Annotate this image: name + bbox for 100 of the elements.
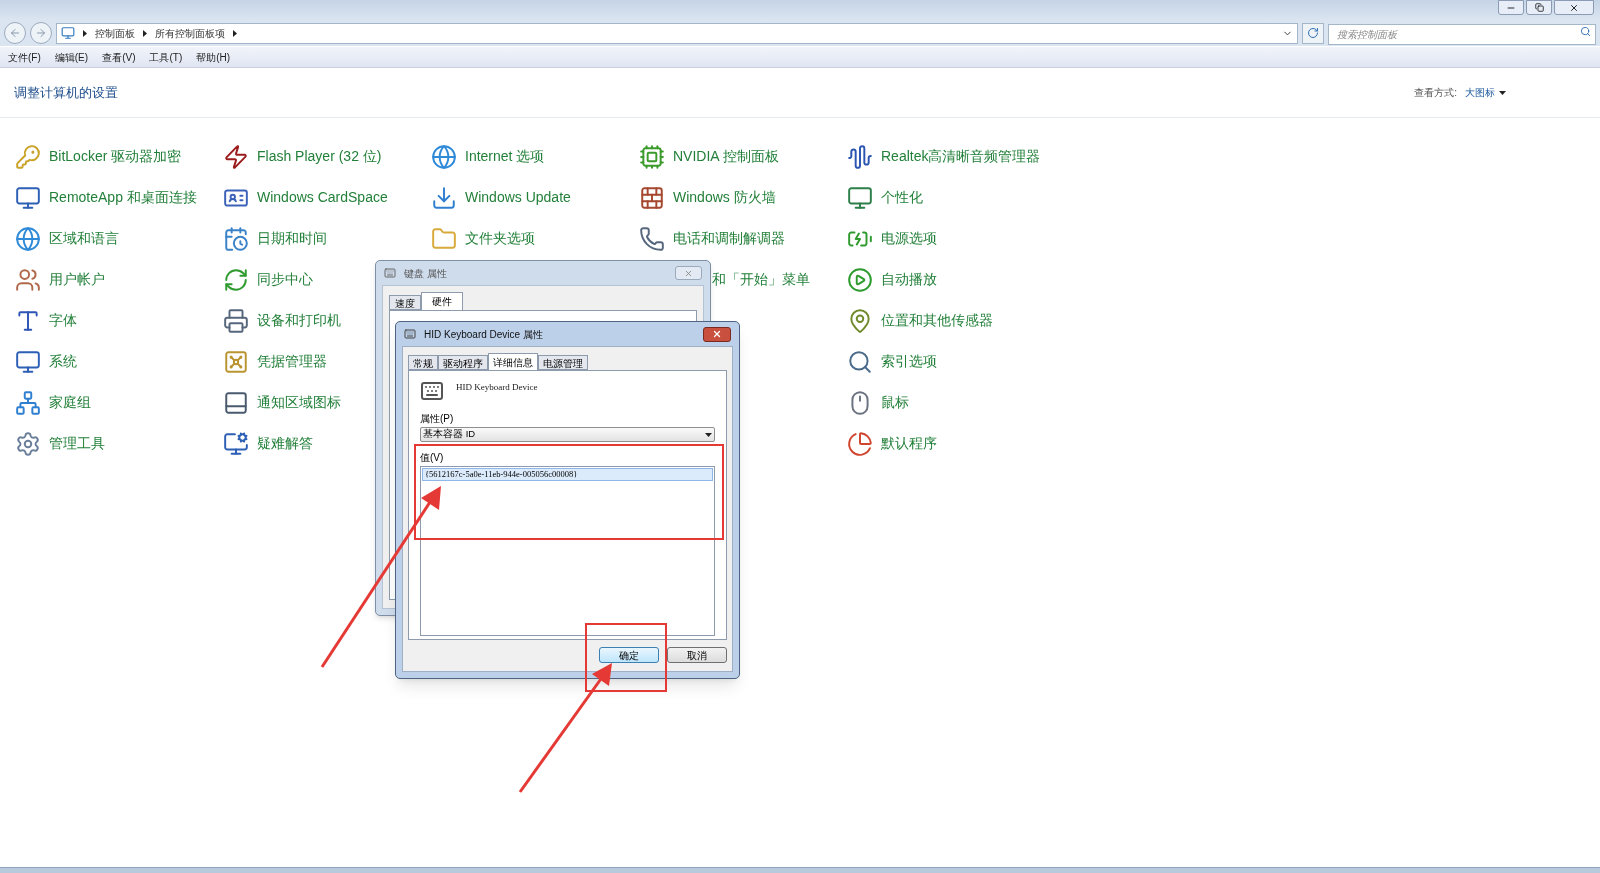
control-panel-link[interactable]: BitLocker 驱动器加密 [49, 146, 182, 167]
control-panel-link[interactable]: 用户帐户 [49, 269, 105, 290]
restore-button[interactable] [1526, 0, 1552, 15]
menu-item[interactable]: 工具(T) [149, 49, 183, 65]
refresh-button[interactable] [1302, 22, 1324, 44]
printer-icon [223, 307, 249, 334]
value-row[interactable]: {5612167c-5a0e-11eb-944e-005056c00008} [422, 468, 713, 481]
control-panel-link[interactable]: 设备和打印机 [257, 310, 341, 331]
control-panel-link[interactable]: Windows CardSpace [257, 187, 388, 208]
control-panel-link[interactable]: 管理工具 [49, 433, 105, 454]
control-panel-link[interactable]: NVIDIA 控制面板 [673, 146, 779, 167]
control-panel-link[interactable]: 索引选项 [881, 351, 937, 372]
caret-icon [1499, 90, 1506, 95]
ok-button[interactable]: 确定 [599, 647, 659, 663]
value-label: 值(V) [420, 451, 445, 465]
view-label: 查看方式: [1414, 86, 1457, 100]
control-panel-link[interactable]: 个性化 [881, 187, 923, 208]
phone-icon [639, 225, 665, 252]
control-panel-link[interactable]: Windows 防火墙 [673, 187, 776, 208]
device-name: HID Keyboard Device [456, 381, 538, 394]
control-panel-link[interactable]: Internet 选项 [465, 146, 545, 167]
control-panel-link[interactable]: RemoteApp 和桌面连接 [49, 187, 197, 208]
menu-item[interactable]: 文件(F) [8, 49, 41, 65]
calendar-icon [223, 225, 249, 252]
key-icon [15, 143, 41, 170]
control-panel-link[interactable]: 同步中心 [257, 269, 313, 290]
menu-item[interactable]: 查看(V) [102, 49, 136, 65]
close-icon [684, 268, 693, 278]
breadcrumb[interactable]: 控制面板 [95, 25, 135, 41]
control-panel-link[interactable]: 和「开始」菜单 [712, 269, 810, 290]
monitor-icon [61, 26, 75, 40]
property-dropdown[interactable]: 基本容器 ID [420, 427, 715, 442]
monitor-icon [847, 184, 873, 211]
breadcrumb-arrow-icon [233, 29, 237, 37]
control-panel-link[interactable]: 鼠标 [881, 392, 909, 413]
control-panel-link[interactable]: 家庭组 [49, 392, 91, 413]
control-panel-link[interactable]: 通知区域图标 [257, 392, 341, 413]
tab[interactable]: 常规 [408, 355, 438, 370]
globe-icon [15, 225, 41, 252]
menu-item[interactable]: 编辑(E) [54, 49, 89, 65]
control-panel-link[interactable]: 字体 [49, 310, 77, 331]
control-panel-link[interactable]: 凭据管理器 [257, 351, 327, 372]
gear-icon [15, 430, 41, 457]
tab[interactable]: 驱动程序 [438, 355, 488, 370]
caret-icon [705, 432, 712, 437]
control-panel-link[interactable]: 电话和调制解调器 [673, 228, 785, 249]
folder-icon [431, 225, 457, 252]
minimize-button[interactable] [1498, 0, 1524, 15]
monitor-icon [223, 430, 249, 457]
download-icon [431, 184, 457, 211]
close-icon [712, 329, 722, 339]
network-icon [15, 389, 41, 416]
refresh-icon [1307, 27, 1319, 39]
chip-icon [639, 143, 665, 170]
forward-button[interactable] [30, 22, 52, 44]
page-title: 调整计算机的设置 [14, 83, 118, 102]
breadcrumb-arrow-icon [143, 29, 147, 37]
control-panel-link[interactable]: 位置和其他传感器 [881, 310, 993, 331]
play-icon [847, 266, 873, 293]
globe-icon [431, 143, 457, 170]
control-panel-link[interactable]: 系统 [49, 351, 77, 372]
lightning-icon [223, 143, 249, 170]
safe-icon [223, 348, 249, 375]
breadcrumb[interactable]: 所有控制面板项 [155, 25, 225, 41]
control-panel-link[interactable]: Windows Update [465, 187, 571, 208]
control-panel-link[interactable]: 电源选项 [881, 228, 937, 249]
breadcrumb-arrow-icon [83, 29, 87, 37]
close-icon [1569, 2, 1579, 13]
users-icon [15, 266, 41, 293]
location-icon [847, 307, 873, 334]
control-panel-link[interactable]: 默认程序 [881, 433, 937, 454]
control-panel-link[interactable]: Realtek高清晰音频管理器 [881, 146, 1041, 167]
tab[interactable]: 速度 [389, 295, 421, 310]
search-icon[interactable] [1580, 26, 1591, 37]
address-bar[interactable]: 控制面板 所有控制面板项 [56, 22, 1298, 44]
monitor-icon [15, 184, 41, 211]
control-panel-link[interactable]: 区域和语言 [49, 228, 119, 249]
control-panel-link[interactable]: 自动播放 [881, 269, 937, 290]
close-button[interactable] [703, 326, 731, 342]
cancel-button[interactable]: 取消 [667, 647, 727, 663]
sync-icon [223, 266, 249, 293]
tab[interactable]: 硬件 [421, 292, 463, 310]
tab[interactable]: 详细信息 [488, 353, 538, 370]
back-icon [9, 27, 21, 39]
brick-wall-icon [639, 184, 665, 211]
dialog-title: 键盘 属性 [404, 266, 447, 281]
view-dropdown[interactable]: 大图标 [1465, 85, 1506, 100]
monitor-icon [15, 348, 41, 375]
menu-item[interactable]: 帮助(H) [196, 49, 231, 65]
control-panel-link[interactable]: 疑难解答 [257, 433, 313, 454]
waveform-icon [847, 143, 873, 170]
control-panel-link[interactable]: 文件夹选项 [465, 228, 535, 249]
control-panel-link[interactable]: Flash Player (32 位) [257, 146, 382, 167]
back-button[interactable] [4, 22, 26, 44]
tab[interactable]: 电源管理 [538, 355, 588, 370]
restore-icon [1534, 3, 1544, 12]
search-field[interactable]: 搜索控制面板 [1328, 24, 1596, 45]
control-panel-link[interactable]: 日期和时间 [257, 228, 327, 249]
pie-icon [847, 430, 873, 457]
search-icon [847, 348, 873, 375]
